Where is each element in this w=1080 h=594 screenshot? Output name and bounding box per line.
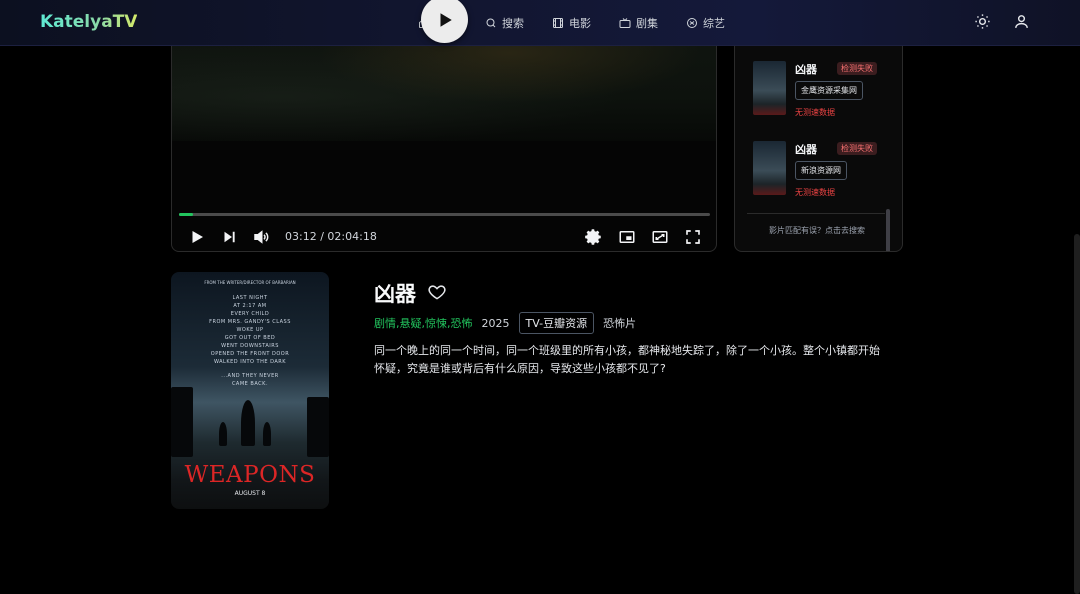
poster-figure xyxy=(241,400,255,446)
source-title: 凶器 xyxy=(795,143,817,156)
poster-figure xyxy=(263,422,271,446)
poster-line: LAST NIGHT xyxy=(232,295,268,301)
poster-house xyxy=(171,387,193,457)
poster-tree xyxy=(307,397,329,457)
progress-fill xyxy=(179,213,193,216)
source-thumbnail xyxy=(753,61,786,115)
nav-item-variety[interactable]: 综艺 xyxy=(672,0,739,46)
speed-info: 无测速数据 xyxy=(795,108,835,117)
poster-title: WEAPONS xyxy=(184,462,316,488)
play-icon xyxy=(440,12,452,27)
app-logo[interactable]: KatelyaTV xyxy=(40,12,137,32)
divider xyxy=(747,213,885,214)
player-controls: 03:12 / 02:04:18 xyxy=(172,225,716,249)
progress-bar[interactable] xyxy=(179,213,710,216)
poster-line: CAME BACK. xyxy=(231,381,269,387)
source-list-panel: 凶器 检测失败 金鹰资源采集网 无测速数据 凶器 检测失败 新浪资源网 无测速数… xyxy=(734,30,903,252)
poster-tagline: LAST NIGHT AT 2:17 AM EVERY CHILD FROM M… xyxy=(171,294,329,388)
time-display: 03:12 / 02:04:18 xyxy=(285,230,377,243)
fullscreen-icon xyxy=(686,230,700,244)
play-icon xyxy=(192,231,203,243)
top-right-actions xyxy=(974,13,1030,30)
heart-icon[interactable] xyxy=(427,282,447,302)
video-player[interactable]: 03:12 / 02:04:18 xyxy=(171,30,717,252)
nav-label: 剧集 xyxy=(636,17,658,30)
film-icon xyxy=(553,18,563,28)
genres: 剧情,悬疑,惊悚,恐怖 xyxy=(374,317,473,330)
nav-label: 搜索 xyxy=(502,17,524,30)
pip-button[interactable] xyxy=(618,228,636,246)
poster-line: EVERY CHILD xyxy=(230,311,270,317)
sun-icon[interactable] xyxy=(974,13,991,30)
nav-label: 电影 xyxy=(569,17,591,30)
poster-line: WENT DOWNSTAIRS xyxy=(221,343,279,349)
settings-button[interactable] xyxy=(585,228,603,246)
source-item[interactable]: 凶器 检测失败 新浪资源网 无测速数据 xyxy=(751,141,891,203)
skip-next-icon xyxy=(224,231,235,243)
poster-line: OPENED THE FRONT DOOR xyxy=(210,351,290,357)
poster-line: GOT OUT OF BED xyxy=(224,335,276,341)
time-separator: / xyxy=(320,230,324,243)
poster-line: WOKE UP xyxy=(236,327,264,333)
user-icon[interactable] xyxy=(1013,13,1030,30)
nav-item-movies[interactable]: 电影 xyxy=(538,0,605,46)
poster-figure xyxy=(219,422,227,446)
source-name-tag: 金鹰资源采集网 xyxy=(795,81,863,100)
play-button[interactable] xyxy=(188,228,206,246)
page-scrollbar[interactable] xyxy=(1074,234,1080,594)
volume-icon xyxy=(254,230,269,244)
movie-type: 恐怖片 xyxy=(603,317,637,330)
source-item[interactable]: 凶器 检测失败 金鹰资源采集网 无测速数据 xyxy=(751,61,891,123)
status-badge: 检测失败 xyxy=(837,142,877,155)
poster-line: WALKED INTO THE DARK xyxy=(213,359,287,365)
video-frame xyxy=(172,31,716,141)
nav-label: 综艺 xyxy=(703,17,725,30)
release-year: 2025 xyxy=(481,316,510,330)
page: KatelyaTV 首页 搜索 电影 剧集 综艺 xyxy=(0,0,1080,594)
source-tag: TV-豆瓣资源 xyxy=(518,312,595,334)
top-navbar: KatelyaTV 首页 搜索 电影 剧集 综艺 xyxy=(0,0,1080,46)
volume-button[interactable] xyxy=(252,228,270,246)
fullscreen-button[interactable] xyxy=(684,228,702,246)
movie-meta: 剧情,悬疑,惊悚,恐怖 2025 TV-豆瓣资源 恐怖片 xyxy=(374,312,636,334)
status-badge: 检测失败 xyxy=(837,62,877,75)
nav-item-series[interactable]: 剧集 xyxy=(605,0,672,46)
duration: 02:04:18 xyxy=(327,230,377,243)
movie-title: 凶器 xyxy=(374,282,416,306)
gear-icon xyxy=(585,229,601,245)
poster-line: FROM MRS. GANDY'S CLASS xyxy=(209,319,291,325)
mismatch-search-link[interactable]: 影片匹配有误？点击去搜索 xyxy=(735,225,899,236)
source-title: 凶器 xyxy=(795,63,817,76)
nav-item-search[interactable]: 搜索 xyxy=(471,0,538,46)
poster-credit: FROM THE WRITER/DIRECTOR OF BARBARIAN xyxy=(204,280,296,285)
next-button[interactable] xyxy=(220,228,238,246)
web-fullscreen-button[interactable] xyxy=(651,228,669,246)
current-time: 03:12 xyxy=(285,230,317,243)
poster-line: AT 2:17 AM xyxy=(233,303,267,309)
speed-info: 无测速数据 xyxy=(795,188,835,197)
variety-icon xyxy=(687,18,697,28)
search-icon xyxy=(486,18,496,28)
poster-line: ...AND THEY NEVER xyxy=(221,373,279,379)
movie-description: 同一个晚上的同一个时间，同一个班级里的所有小孩，都神秘地失踪了，除了一个小孩。整… xyxy=(374,344,880,375)
web-fullscreen-icon xyxy=(652,231,668,243)
movie-poster: FROM THE WRITER/DIRECTOR OF BARBARIAN LA… xyxy=(171,272,329,509)
picture-in-picture-icon xyxy=(619,231,635,243)
source-name-tag: 新浪资源网 xyxy=(795,161,847,180)
source-thumbnail xyxy=(753,141,786,195)
tv-icon xyxy=(619,18,631,28)
poster-date: AUGUST 8 xyxy=(234,490,266,497)
